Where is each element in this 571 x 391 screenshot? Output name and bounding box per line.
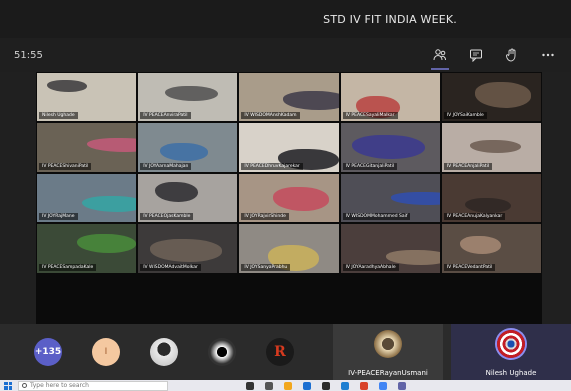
participant-video [164, 85, 218, 102]
video-tile[interactable]: IV JOYRajvirShinde [239, 173, 339, 223]
participant-name-label: IV JOYSaiKamble [443, 112, 487, 120]
video-tile[interactable]: IV JOYAaradhyaAbhale [340, 224, 440, 273]
chat-icon[interactable] [467, 46, 485, 64]
featured-participant[interactable]: IV-PEACERayanUsmani [333, 324, 443, 380]
video-tile[interactable]: IV WISDOMMohammed Saif [340, 173, 440, 223]
shield-avatar-icon [497, 330, 525, 358]
teams-meeting-window: STD IV FIT INDIA WEEK. 51:55 Nilesh Ugha… [0, 0, 571, 391]
participant-video [386, 249, 440, 265]
participant-name-label: IV JOYRajMane [39, 213, 78, 221]
participant-video [86, 137, 137, 153]
video-tile[interactable]: IV JOYRajMane [37, 173, 137, 223]
participant-video [155, 181, 198, 202]
participant-video [46, 80, 87, 93]
participant-bar: +135 I R IV-PEACERayanUsmani Nilesh Ugha… [0, 324, 571, 380]
taskbar-apps [246, 381, 406, 390]
taskbar-app-icon[interactable] [379, 381, 387, 390]
participant-name-label: IV WISDOMMohammed Saif [342, 213, 411, 221]
taskbar-app-icon[interactable] [322, 381, 330, 390]
participant-name-label: Nilesh Ughade [39, 112, 78, 120]
video-tile[interactable]: IV PEACEAnviraPatil [138, 73, 238, 122]
participant-name-label: IV PEACEVedantPatil [443, 263, 496, 271]
participant-name-label: IV PEACEDhruvKajarekar [241, 162, 303, 170]
toolbar-controls [431, 46, 557, 70]
participant-video [351, 134, 425, 160]
taskbar-app-icon[interactable] [246, 381, 254, 390]
video-tile[interactable]: IV PEACEGitanjaliPatil [340, 123, 440, 172]
participant-video [273, 186, 329, 211]
taskbar-app-icon[interactable] [303, 381, 311, 390]
participant-avatar-photo[interactable] [150, 338, 178, 366]
taskbar-search[interactable] [18, 380, 168, 391]
video-tile[interactable]: IV PEACESayaliMalkar [340, 73, 440, 122]
participant-name-label: IV PEACEGitanjaliPatil [342, 162, 398, 170]
participant-video [459, 235, 502, 255]
participant-video [469, 139, 522, 154]
meeting-title: STD IV FIT INDIA WEEK. [323, 12, 457, 26]
taskbar-app-icon[interactable] [360, 381, 368, 390]
title-bar: STD IV FIT INDIA WEEK. [0, 0, 571, 38]
meeting-toolbar: 51:55 [0, 38, 571, 72]
featured-participant-self[interactable]: Nilesh Ughade [451, 324, 571, 380]
taskbar-app-icon[interactable] [284, 381, 292, 390]
participant-name-label: IV JOYAarnaMahajan [140, 162, 192, 170]
participant-name-label: IV PEACEAnujaKalyankar [443, 213, 506, 221]
windows-start-icon[interactable] [4, 381, 12, 390]
participant-avatar-helmet[interactable] [208, 338, 236, 366]
video-tile[interactable]: IV WISDOMAnshKadam [239, 73, 339, 122]
search-input[interactable] [30, 381, 160, 390]
participant-name-label: IV JOYSanyaPrabhu [241, 263, 291, 271]
participant-name-label: IV JOYRajvirShinde [241, 213, 289, 221]
video-tile[interactable]: IV PEACEAnjaliPatil [441, 123, 541, 172]
video-tile[interactable]: Nilesh Ughade [37, 73, 137, 122]
featured-name: Nilesh Ughade [485, 369, 537, 377]
participant-name-label: IV PEACEAnviraPatil [140, 112, 191, 120]
participant-video [81, 195, 137, 213]
participant-video [160, 143, 208, 162]
taskbar-app-icon[interactable] [341, 381, 349, 390]
participant-video [391, 192, 440, 205]
video-tile[interactable]: IV PEACEAnujaKalyankar [441, 173, 541, 223]
video-tile[interactable]: IV PEACEVedantPatil [441, 224, 541, 273]
participant-name-label: IV JOYAaradhyaAbhale [342, 263, 399, 271]
participant-name-label: IV PEACEOjasKamble [140, 213, 194, 221]
video-tile[interactable]: IV WISDOMAdvaitMolkar [138, 224, 238, 273]
meeting-timer: 51:55 [14, 49, 43, 61]
participant-name-label: IV PEACESampadaKale [39, 263, 97, 271]
video-tile[interactable]: IV JOYSaiKamble [441, 73, 541, 122]
featured-name: IV-PEACERayanUsmani [348, 369, 428, 377]
participant-video [76, 233, 137, 254]
video-tile[interactable]: IV JOYAarnaMahajan [138, 123, 238, 172]
participant-video [464, 197, 512, 214]
search-icon [22, 383, 27, 388]
participant-avatar-initial[interactable]: I [92, 338, 120, 366]
participant-avatar-logo[interactable]: R [266, 338, 294, 366]
video-tile[interactable]: IV PEACEOjasKamble [138, 173, 238, 223]
participant-video [474, 82, 532, 108]
participant-name-label: IV WISDOMAnshKadam [241, 112, 300, 120]
taskbar-app-icon[interactable] [265, 381, 273, 390]
participant-name-label: IV PEACEShivaniPatil [39, 162, 92, 170]
windows-taskbar [0, 380, 571, 391]
participants-icon[interactable] [431, 46, 449, 70]
participant-video [283, 90, 339, 110]
video-grid: Nilesh Ughade IV PEACEAnviraPatil IV WISDO… [36, 72, 542, 324]
featured-avatar [374, 330, 402, 358]
participant-name-label: IV PEACEAnjaliPatil [443, 162, 493, 170]
more-options-icon[interactable] [539, 46, 557, 64]
participant-name-label: IV PEACESayaliMalkar [342, 112, 398, 120]
video-tile[interactable]: IV JOYSanyaPrabhu [239, 224, 339, 273]
more-participants-button[interactable]: +135 [34, 338, 62, 366]
video-tile[interactable]: IV PEACESampadaKale [37, 224, 137, 273]
raise-hand-icon[interactable] [503, 46, 521, 64]
participant-video [150, 239, 223, 262]
video-tile[interactable]: IV PEACEShivaniPatil [37, 123, 137, 172]
video-tile[interactable]: IV PEACEDhruvKajarekar [239, 123, 339, 172]
participant-name-label: IV WISDOMAdvaitMolkar [140, 263, 201, 271]
taskbar-app-icon[interactable] [398, 381, 406, 390]
